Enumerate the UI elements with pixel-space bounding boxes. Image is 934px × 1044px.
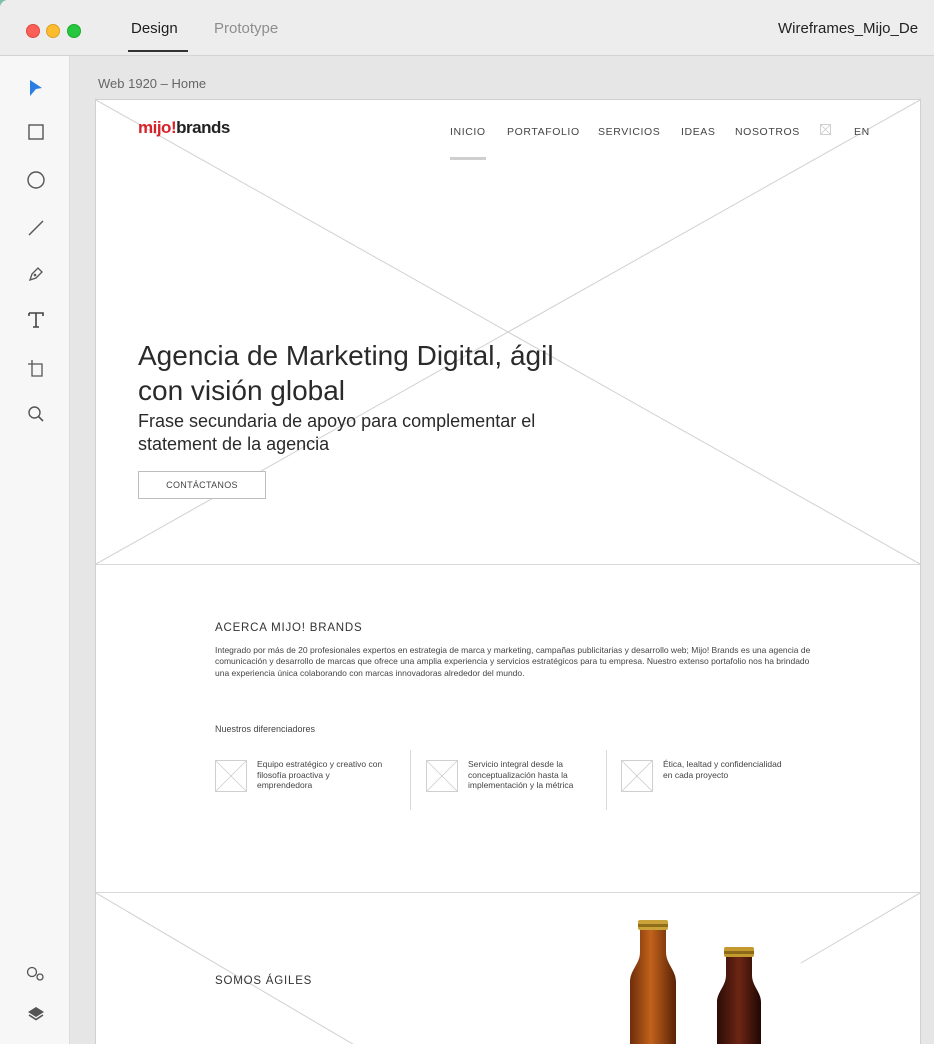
pen-icon xyxy=(28,267,43,282)
minimize-window-button[interactable] xyxy=(46,24,60,38)
text-icon xyxy=(28,312,44,328)
hero-subtitle: Frase secundaria de apoyo para complemen… xyxy=(138,411,536,454)
artboard-tool[interactable] xyxy=(24,356,48,380)
tools-panel xyxy=(0,56,70,1044)
rectangle-icon xyxy=(28,124,44,140)
close-window-button[interactable] xyxy=(26,24,40,38)
app-window: Design Prototype Wireframes_Mijo_De Web … xyxy=(0,0,934,1044)
agile-title: SOMOS ÁGILES xyxy=(215,975,313,987)
logo-mark: mijo! xyxy=(138,118,177,137)
differentiator-text: Servicio integral desde la conceptualiza… xyxy=(468,759,574,790)
nav-item-ideas[interactable]: IDEAS xyxy=(681,126,716,138)
ellipse-icon xyxy=(27,171,45,189)
artboard-icon xyxy=(28,360,43,377)
artboard-label[interactable]: Web 1920 – Home xyxy=(98,76,206,91)
about-section[interactable]: ACERCA MIJO! BRANDS Integrado por más de… xyxy=(96,565,920,893)
line-icon xyxy=(28,220,44,236)
differentiators-title: Nuestros diferenciadores xyxy=(215,724,316,734)
tab-design[interactable]: Design xyxy=(131,20,178,37)
document-title: Wireframes_Mijo_De xyxy=(778,20,919,37)
layers-button[interactable] xyxy=(24,1002,48,1026)
title-bar: Design Prototype Wireframes_Mijo_De xyxy=(0,0,934,56)
image-placeholder-icon xyxy=(215,760,247,792)
pointer-icon xyxy=(30,80,42,96)
hero-title: Agencia de Marketing Digital, ágil con v… xyxy=(138,340,554,406)
image-placeholder-icon xyxy=(426,760,458,792)
text-tool[interactable] xyxy=(24,308,48,332)
contact-button[interactable]: CONTÁCTANOS xyxy=(138,471,266,499)
nav-item-portafolio[interactable]: PORTAFOLIO xyxy=(507,126,580,138)
tab-prototype[interactable]: Prototype xyxy=(214,20,278,37)
search-icon xyxy=(28,406,44,422)
differentiator-item: Servicio integral desde la conceptualiza… xyxy=(426,750,606,808)
image-placeholder-icon xyxy=(621,760,653,792)
about-title: ACERCA MIJO! BRANDS xyxy=(215,622,363,634)
differentiator-item: Ética, lealtad y confidencialidad en cad… xyxy=(621,750,811,808)
about-body: Integrado por más de 20 profesionales ex… xyxy=(215,645,811,678)
symbols-button[interactable] xyxy=(24,962,48,986)
nav-image-placeholder-icon[interactable] xyxy=(820,124,831,135)
column-divider xyxy=(410,750,411,810)
differentiator-text: Ética, lealtad y confidencialidad en cad… xyxy=(663,759,782,780)
nav-item-inicio[interactable]: INICIO xyxy=(450,126,486,138)
ellipse-tool[interactable] xyxy=(24,168,48,192)
column-divider xyxy=(606,750,607,810)
site-logo[interactable]: mijo!brands xyxy=(138,118,230,138)
image-placeholder-x xyxy=(96,893,920,1044)
symbols-icon xyxy=(26,966,44,981)
active-tab-indicator xyxy=(128,50,188,52)
hero-section[interactable]: mijo!brands INICIO PORTAFOLIO SERVICIOS … xyxy=(96,100,920,565)
nav-item-nosotros[interactable]: NOSOTROS xyxy=(735,126,800,138)
nav-item-servicios[interactable]: SERVICIOS xyxy=(598,126,660,138)
logo-wordmark: brands xyxy=(176,118,230,137)
differentiator-text: Equipo estratégico y creativo con filoso… xyxy=(257,759,383,790)
rectangle-tool[interactable] xyxy=(24,120,48,144)
agile-section[interactable]: SOMOS ÁGILES xyxy=(96,893,920,1044)
artboard-web-home[interactable]: mijo!brands INICIO PORTAFOLIO SERVICIOS … xyxy=(96,100,920,1044)
pen-tool[interactable] xyxy=(24,262,48,286)
layers-icon xyxy=(28,1007,44,1021)
select-tool[interactable] xyxy=(24,76,48,100)
line-tool[interactable] xyxy=(24,216,48,240)
beer-bottles-image xyxy=(630,920,761,1044)
design-canvas[interactable]: Web 1920 – Home mijo!brands INICIO PORTA… xyxy=(70,56,934,1044)
zoom-window-button[interactable] xyxy=(67,24,81,38)
differentiator-item: Equipo estratégico y creativo con filoso… xyxy=(215,750,405,808)
zoom-tool[interactable] xyxy=(24,402,48,426)
nav-item-language[interactable]: EN xyxy=(854,126,870,138)
nav-active-indicator xyxy=(450,157,486,160)
